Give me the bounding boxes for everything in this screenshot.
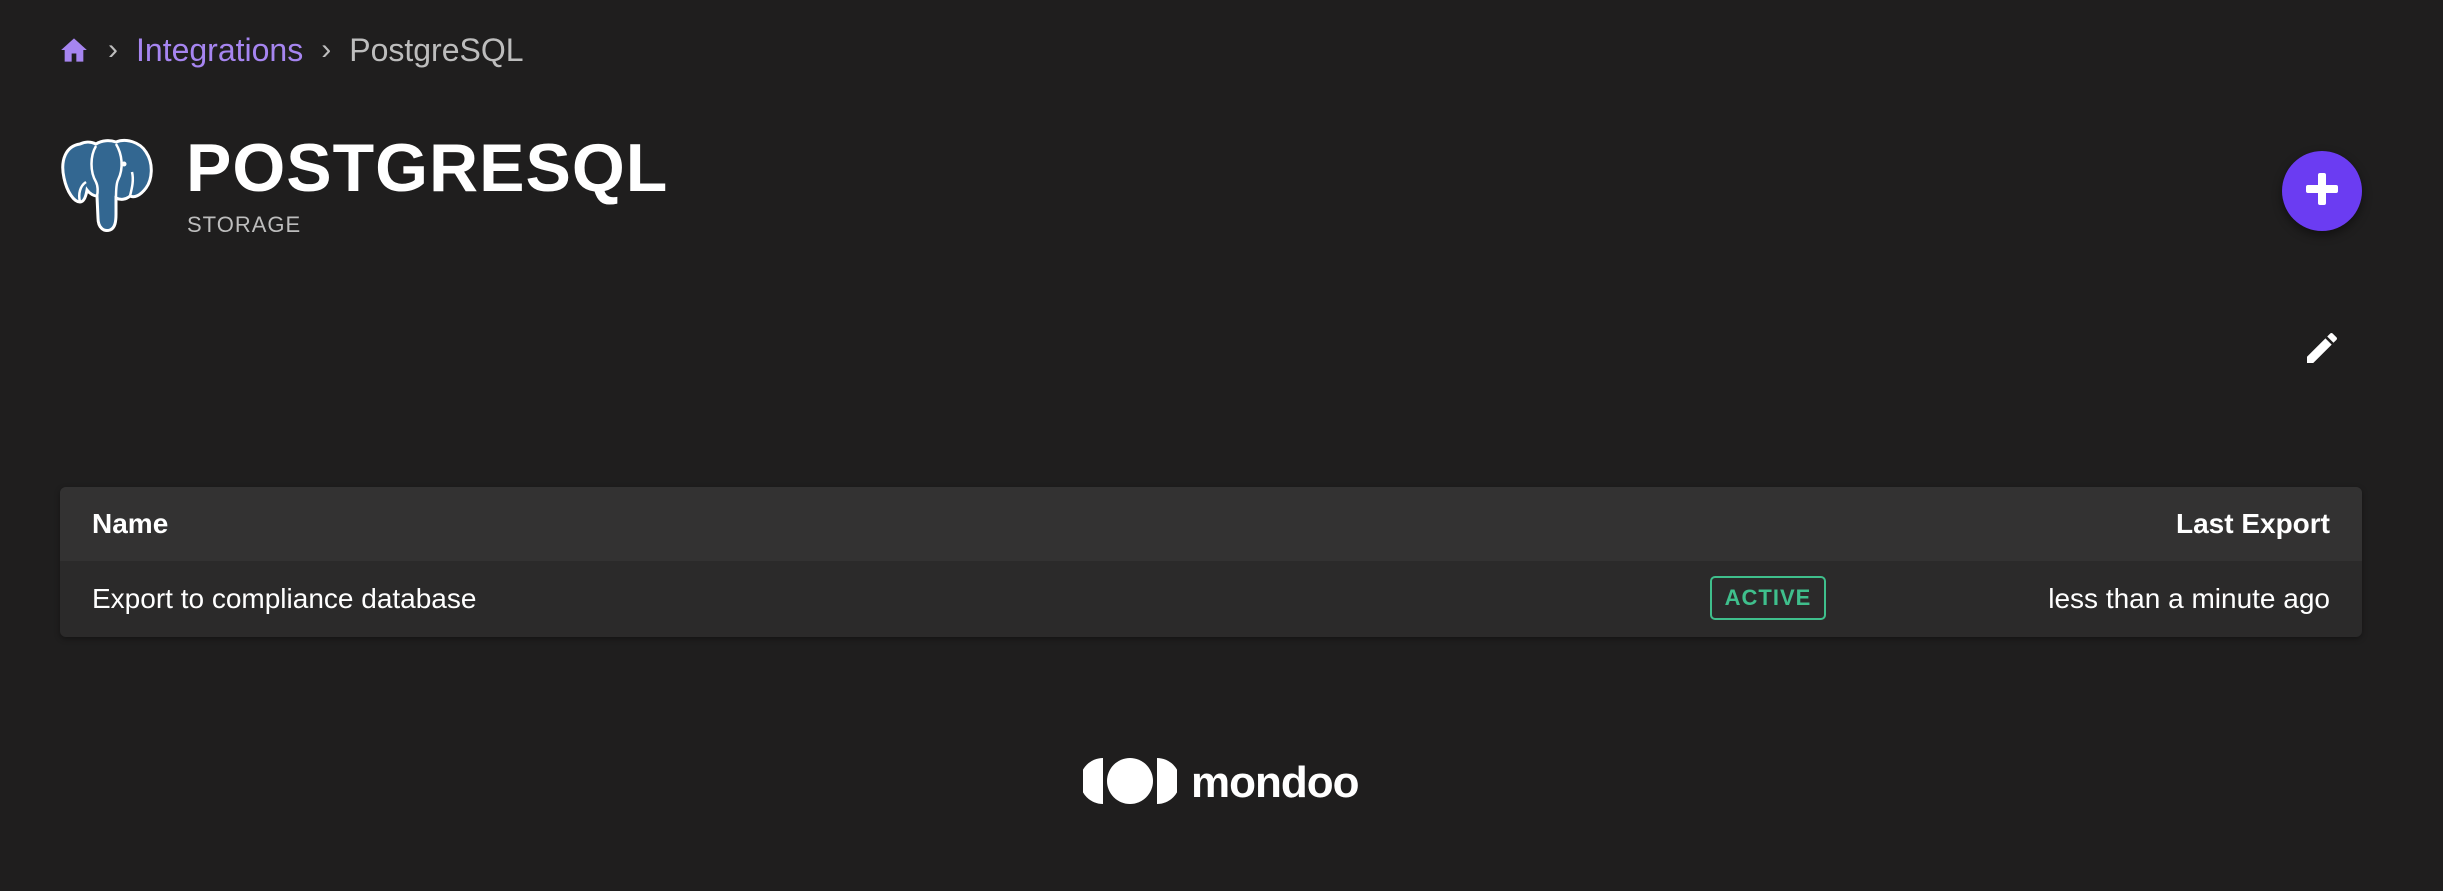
- page: › Integrations › PostgreSQL POSTGRESQL S…: [0, 0, 2443, 891]
- breadcrumb-integrations-link[interactable]: Integrations: [136, 32, 303, 69]
- mondoo-logo-icon: [1080, 756, 1180, 811]
- breadcrumb-separator: ›: [108, 33, 118, 66]
- page-subtitle: STORAGE: [187, 212, 302, 237]
- breadcrumb-separator: ›: [321, 33, 332, 66]
- plus-icon: [2302, 169, 2342, 214]
- edit-button[interactable]: [2298, 326, 2346, 374]
- brand-wordmark: mondoo: [1191, 758, 1360, 807]
- row-name: Export to compliance database: [92, 583, 477, 614]
- breadcrumb: › Integrations › PostgreSQL: [60, 28, 524, 72]
- add-button[interactable]: [2282, 151, 2362, 231]
- footer-logo: mondoo: [1080, 756, 1360, 811]
- row-last-export: less than a minute ago: [2048, 583, 2330, 614]
- exports-table: Name Last Export Export to compliance da…: [60, 487, 2362, 637]
- page-title: POSTGRESQL: [186, 130, 669, 206]
- column-header-last-export[interactable]: Last Export: [2176, 508, 2330, 540]
- status-badge: ACTIVE: [1710, 576, 1826, 620]
- home-icon[interactable]: [60, 35, 90, 65]
- column-header-name[interactable]: Name: [92, 508, 168, 540]
- postgresql-elephant-icon: [60, 138, 154, 234]
- breadcrumb-current: PostgreSQL: [349, 31, 524, 68]
- table-header: Name Last Export: [60, 487, 2362, 561]
- table-row[interactable]: Export to compliance database ACTIVE les…: [60, 561, 2362, 637]
- pencil-icon: [2302, 328, 2342, 373]
